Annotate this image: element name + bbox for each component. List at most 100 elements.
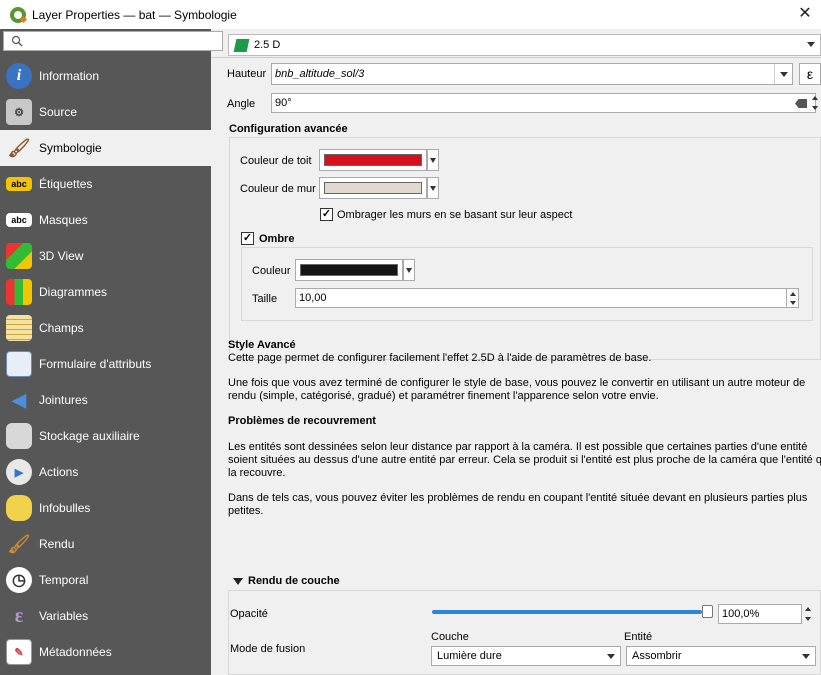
opacity-spinner[interactable] (802, 604, 814, 624)
opacity-slider-handle[interactable] (702, 605, 713, 618)
wall-color-label: Couleur de mur (240, 183, 316, 195)
info-icon: i (6, 63, 32, 89)
blend-feature-label: Entité (624, 631, 653, 643)
chevron-down-icon (406, 268, 412, 273)
layer-blend-select[interactable]: Lumière dure (431, 646, 621, 666)
shadow-size-label: Taille (252, 293, 278, 305)
collapse-icon[interactable] (233, 578, 243, 585)
joins-icon: ◀ (12, 389, 26, 410)
shadow-checkbox[interactable]: ✓ (241, 232, 254, 245)
shadow-color-dropdown[interactable] (403, 259, 415, 281)
variables-icon: ε (14, 604, 24, 627)
symbology-panel: 2.5 D Hauteur bnb_altitude_sol/3 ε Angle… (211, 29, 821, 675)
opacity-slider[interactable] (432, 610, 702, 614)
actions-icon: ▶ (6, 459, 32, 485)
chevron-down-icon (607, 654, 615, 659)
angle-spinner[interactable] (809, 93, 821, 113)
search-input[interactable] (3, 31, 223, 51)
roof-color-button[interactable] (319, 149, 427, 171)
angle-input[interactable]: 90° (271, 93, 816, 113)
qgis-logo-icon (10, 6, 26, 23)
sidebar-item-variables[interactable]: ε Variables (0, 598, 211, 634)
sidebar: i Information ⚙ Source 🖌 Symbologie abc Étiq… (0, 29, 223, 675)
sidebar-item-metadata[interactable]: ✎ Métadonnées (0, 634, 211, 670)
help-paragraph: Les entités sont dessinées selon leur di… (228, 441, 808, 453)
sidebar-item-source[interactable]: ⚙ Source (0, 94, 211, 130)
shadow-color-button[interactable] (295, 259, 403, 281)
title-bar: Layer Properties — bat — Symbologie ✕ (0, 0, 821, 29)
feature-blend-select[interactable]: Assombrir (626, 646, 816, 666)
window-title: Layer Properties — bat — Symbologie (32, 7, 237, 22)
roof-color-label: Couleur de toit (240, 155, 312, 167)
sidebar-item-auxiliary-storage[interactable]: Stockage auxiliaire (0, 418, 211, 454)
labels-icon: abc (6, 177, 32, 191)
shadow-color-swatch (300, 264, 398, 276)
blend-layer-label: Couche (431, 631, 469, 643)
wall-color-button[interactable] (319, 177, 427, 199)
layer-rendering-title: Rendu de couche (248, 575, 340, 587)
sidebar-item-actions[interactable]: ▶ Actions (0, 454, 211, 490)
advanced-config-title: Configuration avancée (229, 123, 348, 135)
height-label: Hauteur (227, 68, 267, 80)
height-expression-field[interactable]: bnb_altitude_sol/3 (271, 63, 793, 85)
2-5d-renderer-icon (233, 38, 250, 52)
sidebar-item-labels[interactable]: abc Étiquettes (0, 166, 211, 202)
shadow-color-label: Couleur (252, 265, 291, 277)
metadata-icon: ✎ (6, 639, 32, 665)
chevron-down-icon (807, 42, 815, 47)
sidebar-item-fields[interactable]: Champs (0, 310, 211, 346)
shadow-size-spinner[interactable] (787, 288, 799, 308)
help-title-overlap: Problèmes de recouvrement (228, 415, 376, 427)
angle-label: Angle (227, 98, 256, 110)
symbology-icon: 🖌 (7, 137, 31, 158)
close-button[interactable]: ✕ (795, 4, 815, 24)
opacity-input[interactable]: 100,0% (718, 604, 802, 624)
3d-view-icon (6, 243, 32, 269)
wall-color-dropdown[interactable] (427, 177, 439, 199)
help-title-advanced-style: Style Avancé (228, 339, 296, 351)
height-dropdown-button[interactable] (774, 64, 792, 84)
sidebar-item-rendering[interactable]: 🖌 Rendu (0, 526, 211, 562)
sidebar-item-symbology[interactable]: 🖌 Symbologie (0, 130, 211, 166)
sidebar-item-3d-view[interactable]: 3D View (0, 238, 211, 274)
shade-walls-checkbox[interactable]: ✓ (320, 208, 333, 221)
help-paragraph: la recouvre. (228, 467, 286, 479)
masks-icon: abc (6, 213, 32, 227)
clear-icon[interactable] (795, 99, 807, 108)
sidebar-item-display[interactable]: Infobulles (0, 490, 211, 526)
attributes-form-icon (6, 351, 32, 377)
sidebar-item-joins[interactable]: ◀ Jointures (0, 382, 211, 418)
help-paragraph: rendu (simple, catégorisé, gradué) et pa… (228, 390, 659, 402)
chevron-down-icon (802, 654, 810, 659)
spin-down-icon (812, 106, 818, 110)
roof-color-dropdown[interactable] (427, 149, 439, 171)
help-paragraph: Cette page permet de configurer facileme… (228, 352, 652, 364)
spin-down-icon (789, 300, 796, 305)
divider (211, 57, 821, 58)
chevron-down-icon (780, 72, 788, 77)
spin-up-icon (789, 291, 796, 296)
expression-button[interactable]: ε (799, 63, 821, 85)
blend-mode-label: Mode de fusion (230, 643, 306, 655)
diagrams-icon (6, 279, 32, 305)
display-icon (6, 495, 32, 521)
search-icon (11, 35, 23, 47)
sidebar-item-information[interactable]: i Information (0, 58, 211, 94)
source-icon: ⚙ (6, 99, 32, 125)
help-paragraph: Une fois que vous avez terminé de config… (228, 377, 806, 389)
renderer-select[interactable]: 2.5 D (228, 34, 821, 56)
sidebar-item-attributes-form[interactable]: Formulaire d'attributs (0, 346, 211, 382)
help-paragraph: Dans de tels cas, vous pouvez éviter les… (228, 492, 808, 504)
sidebar-item-diagrams[interactable]: Diagrammes (0, 274, 211, 310)
shadow-size-input[interactable]: 10,00 (295, 288, 787, 308)
rendering-icon: 🖌 (7, 533, 31, 554)
roof-color-swatch (324, 154, 422, 166)
chevron-down-icon (430, 158, 436, 163)
chevron-down-icon (430, 186, 436, 191)
temporal-icon: ◷ (6, 567, 32, 593)
sidebar-item-temporal[interactable]: ◷ Temporal (0, 562, 211, 598)
wall-color-swatch (324, 182, 422, 194)
spin-down-icon (805, 617, 811, 621)
sidebar-item-masks[interactable]: abc Masques (0, 202, 211, 238)
spin-up-icon (805, 607, 811, 611)
